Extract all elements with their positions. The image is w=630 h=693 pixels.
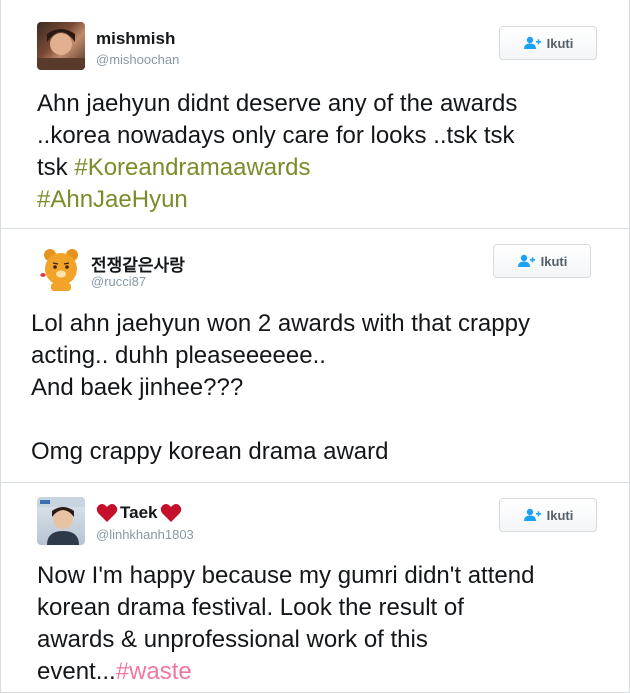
follow-label: Ikuti [546,507,574,523]
user-name[interactable]: Taek [96,503,182,523]
avatar[interactable] [37,245,85,293]
avatar[interactable] [37,497,85,545]
tweet-card: Taek @linhkhanh1803 Ikuti Now I'm happy … [0,483,630,693]
user-name[interactable]: 전쟁같은사랑 [91,251,185,276]
hashtag-link[interactable]: #AhnJaeHyun [37,186,188,213]
follow-button[interactable]: Ikuti [493,244,591,278]
hashtag-link[interactable]: #waste [116,658,192,685]
user-name-text: Taek [120,503,158,522]
heart-icon [96,504,118,522]
tweet-card: 전쟁같은사랑 @rucci87 Ikuti Lol ahn jaehyun wo… [0,229,630,483]
hashtag-link[interactable]: #Koreandramaawards [74,154,310,181]
user-name[interactable]: mishmish [96,29,175,49]
tweet-text: Lol ahn jaehyun won 2 awards with that c… [31,310,530,465]
follow-label: Ikuti [546,35,574,51]
follow-label: Ikuti [540,253,568,269]
user-handle[interactable]: @linhkhanh1803 [96,527,194,542]
avatar[interactable] [37,22,85,70]
tweet-card: mishmish @mishoochan Ikuti Ahn jaehyun d… [0,0,630,229]
add-user-icon [523,36,541,49]
user-handle[interactable]: @rucci87 [91,274,146,289]
add-user-icon [523,508,541,521]
tweet-body: Now I'm happy because my gumri didn't at… [37,562,535,685]
add-user-icon [517,254,535,267]
tweet-text: Now I'm happy because my gumri didn't at… [37,560,617,688]
user-name-text: mishmish [96,29,176,48]
user-handle[interactable]: @mishoochan [96,52,179,67]
tweet-text: Ahn jaehyun didnt deserve any of the awa… [37,88,617,216]
follow-button[interactable]: Ikuti [499,26,597,60]
follow-button[interactable]: Ikuti [499,498,597,532]
heart-icon [160,504,181,522]
user-name-text: 전쟁같은사랑 [91,256,185,275]
